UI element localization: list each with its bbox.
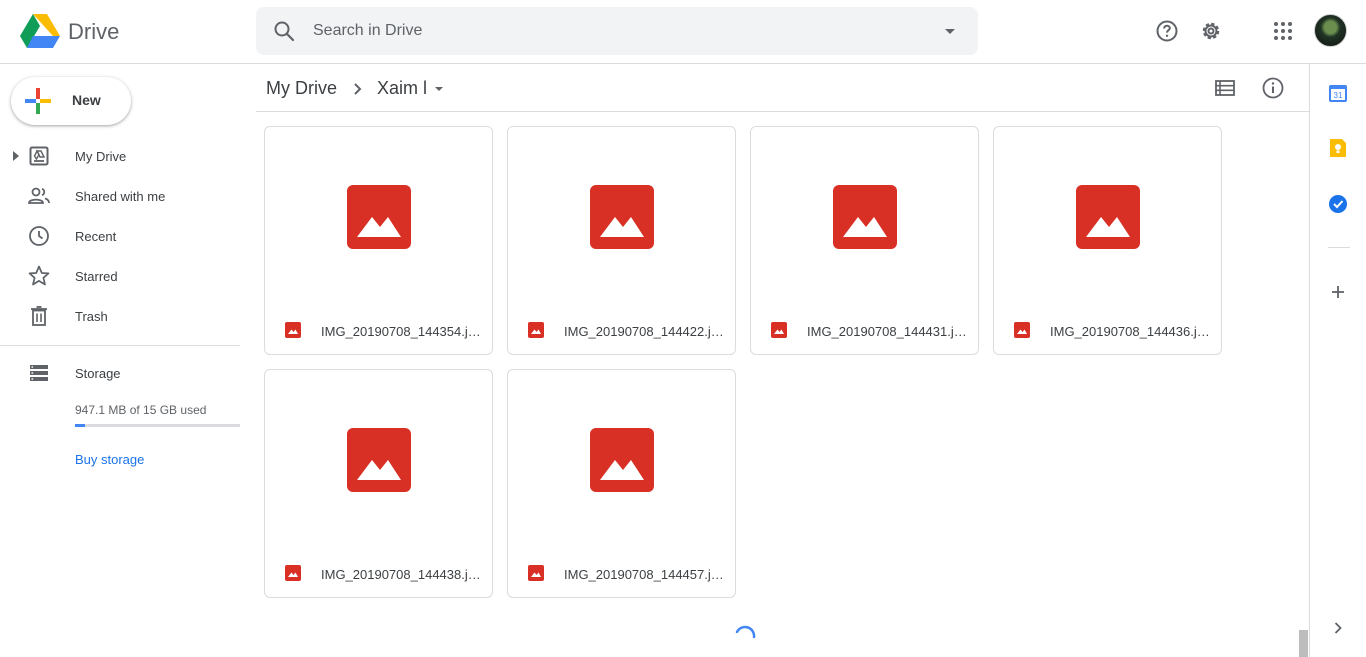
image-file-icon xyxy=(1014,322,1030,338)
search-options-dropdown-icon[interactable] xyxy=(938,19,962,43)
storage-used-text: 947.1 MB of 15 GB used xyxy=(75,403,207,417)
image-file-icon xyxy=(771,322,787,338)
image-thumbnail-icon xyxy=(590,185,654,249)
file-card[interactable]: IMG_20190708_144436.jpg xyxy=(993,126,1222,355)
file-card[interactable]: IMG_20190708_144438.jpg xyxy=(264,369,493,598)
sidebar-item-trash[interactable]: Trash xyxy=(0,300,240,332)
image-thumbnail-icon xyxy=(347,428,411,492)
sidebar-item-label: My Drive xyxy=(75,149,127,164)
add-addon-icon[interactable] xyxy=(1328,282,1348,302)
drive-logo-icon[interactable] xyxy=(20,14,60,48)
expand-arrow-icon[interactable] xyxy=(11,151,21,161)
star-icon xyxy=(28,265,50,286)
image-thumbnail-icon xyxy=(833,185,897,249)
list-view-icon[interactable] xyxy=(1213,76,1237,100)
file-name: IMG_20190708_144457.jpg xyxy=(564,567,724,582)
storage-icon xyxy=(30,365,48,381)
chevron-right-icon xyxy=(354,83,362,95)
sidebar-item-my-drive[interactable]: My Drive xyxy=(0,140,240,172)
calendar-day-text: 31 xyxy=(1334,91,1343,100)
file-card[interactable]: IMG_20190708_144354.jpg xyxy=(264,126,493,355)
sidebar-item-label: Trash xyxy=(75,309,108,324)
image-file-icon xyxy=(285,322,301,338)
shared-people-icon xyxy=(28,187,50,204)
loading-spinner-icon xyxy=(735,625,756,639)
clock-icon xyxy=(29,226,49,246)
app-name[interactable]: Drive xyxy=(68,19,119,45)
sidebar-item-label: Recent xyxy=(75,229,117,244)
image-file-icon xyxy=(528,565,544,581)
my-drive-icon xyxy=(29,146,49,166)
storage-label: Storage xyxy=(75,366,121,381)
breadcrumb-my-drive[interactable]: My Drive xyxy=(266,78,337,99)
search-input[interactable] xyxy=(313,19,913,43)
breadcrumb-current-folder[interactable]: Xaim l xyxy=(377,78,427,99)
new-button[interactable]: New xyxy=(11,77,131,125)
account-avatar[interactable] xyxy=(1314,14,1347,47)
sidebar-item-label: Starred xyxy=(75,269,118,284)
image-file-icon xyxy=(528,322,544,338)
keep-icon[interactable] xyxy=(1328,138,1348,158)
file-name: IMG_20190708_144354.jpg xyxy=(321,324,481,339)
search-bar[interactable] xyxy=(256,7,978,55)
file-name: IMG_20190708_144438.jpg xyxy=(321,567,481,582)
file-name: IMG_20190708_144422.jpg xyxy=(564,324,724,339)
storage-progress-bar xyxy=(75,424,240,427)
image-thumbnail-icon xyxy=(590,428,654,492)
file-name: IMG_20190708_144436.jpg xyxy=(1050,324,1210,339)
top-header: Drive xyxy=(0,0,1366,64)
buy-storage-link[interactable]: Buy storage xyxy=(75,452,144,467)
side-panel-divider xyxy=(1328,247,1350,248)
info-icon[interactable] xyxy=(1261,76,1285,100)
side-panel: 31 xyxy=(1309,64,1366,657)
new-button-label: New xyxy=(72,92,101,108)
sidebar-item-storage[interactable]: Storage xyxy=(0,357,240,389)
trash-icon xyxy=(31,306,47,326)
sidebar-item-shared-with-me[interactable]: Shared with me xyxy=(0,180,240,212)
chevron-right-expand-icon[interactable] xyxy=(1328,618,1348,638)
image-thumbnail-icon xyxy=(347,185,411,249)
scrollbar-thumb[interactable] xyxy=(1299,630,1308,657)
sidebar-item-starred[interactable]: Starred xyxy=(0,260,240,292)
plus-icon xyxy=(25,88,51,114)
sidebar-item-recent[interactable]: Recent xyxy=(0,220,240,252)
file-card[interactable]: IMG_20190708_144431.jpg xyxy=(750,126,979,355)
settings-icon[interactable] xyxy=(1199,19,1223,43)
sidebar-item-label: Shared with me xyxy=(75,189,166,204)
breadcrumb: My Drive Xaim l xyxy=(256,64,1309,112)
sidebar-divider xyxy=(0,345,240,346)
file-card[interactable]: IMG_20190708_144457.jpg xyxy=(507,369,736,598)
search-icon[interactable] xyxy=(272,19,296,43)
help-icon[interactable] xyxy=(1155,19,1179,43)
apps-grid-icon[interactable] xyxy=(1271,19,1295,43)
file-name: IMG_20190708_144431.jpg xyxy=(807,324,967,339)
image-file-icon xyxy=(285,565,301,581)
image-thumbnail-icon xyxy=(1076,185,1140,249)
calendar-icon[interactable]: 31 xyxy=(1328,83,1348,103)
storage-progress-fill xyxy=(75,424,86,427)
file-card[interactable]: IMG_20190708_144422.jpg xyxy=(507,126,736,355)
tasks-icon[interactable] xyxy=(1328,194,1348,214)
folder-menu-dropdown-icon[interactable] xyxy=(430,80,448,98)
